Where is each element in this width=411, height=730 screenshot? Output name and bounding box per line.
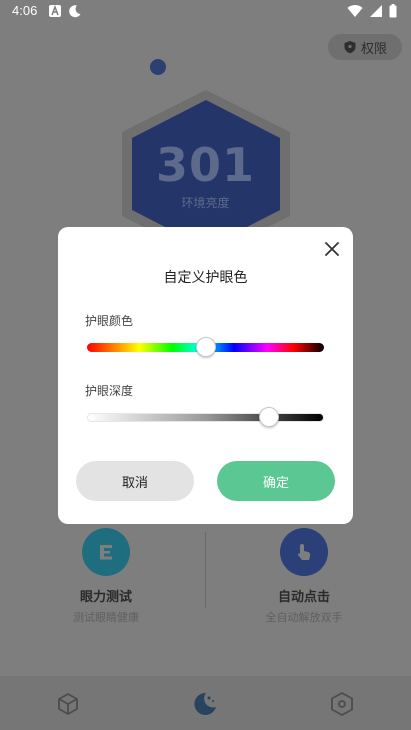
nav-cube[interactable]	[54, 690, 82, 718]
depth-slider-label: 护眼深度	[85, 384, 134, 398]
depth-slider-thumb[interactable]	[259, 407, 280, 427]
status-right-icons	[347, 4, 397, 18]
feature-divider	[205, 532, 206, 608]
wifi-icon	[347, 5, 363, 18]
close-icon[interactable]	[323, 240, 341, 258]
permission-label: 权限	[360, 41, 387, 57]
decorative-dot	[150, 59, 166, 75]
bottom-nav	[0, 676, 411, 730]
moon-eye-icon	[194, 692, 216, 715]
feature-subtitle: 全自动解放双手	[265, 611, 343, 624]
tap-hand-icon	[280, 528, 328, 576]
color-slider-label: 护眼颜色	[85, 314, 134, 328]
feature-title: 自动点击	[277, 590, 330, 605]
confirm-button[interactable]: 确定	[217, 461, 335, 501]
status-left-icons	[48, 4, 82, 18]
feature-title: 眼力测试	[79, 590, 132, 605]
brightness-label: 环境亮度	[181, 196, 230, 210]
signal-icon	[370, 5, 382, 17]
nav-hexagon[interactable]	[328, 690, 356, 718]
battery-icon	[389, 4, 397, 18]
shield-icon	[344, 41, 356, 54]
feature-subtitle: 测试眼睛健康	[73, 611, 139, 624]
feature-eye-test[interactable]: 眼力测试 测试眼睛健康	[36, 528, 176, 625]
permission-button[interactable]: 权限	[328, 34, 402, 60]
cancel-button[interactable]: 取消	[76, 461, 194, 501]
moon-icon	[69, 5, 81, 18]
status-bar: 4:06	[0, 0, 411, 24]
brightness-value: 301	[155, 138, 256, 192]
custom-eye-color-dialog: 自定义护眼色 护眼颜色 护眼深度 取消 确定	[58, 227, 353, 524]
depth-slider-track[interactable]	[87, 413, 324, 422]
dialog-title: 自定义护眼色	[163, 270, 248, 286]
cube-icon	[58, 693, 78, 715]
hexagon-icon	[331, 691, 353, 717]
nav-eye-care[interactable]	[191, 690, 219, 718]
feature-auto-click[interactable]: 自动点击 全自动解放双手	[234, 528, 374, 625]
status-time: 4:06	[12, 3, 38, 18]
color-slider-thumb[interactable]	[195, 337, 216, 357]
notification-a-icon	[49, 4, 61, 17]
eye-test-icon	[82, 528, 130, 576]
